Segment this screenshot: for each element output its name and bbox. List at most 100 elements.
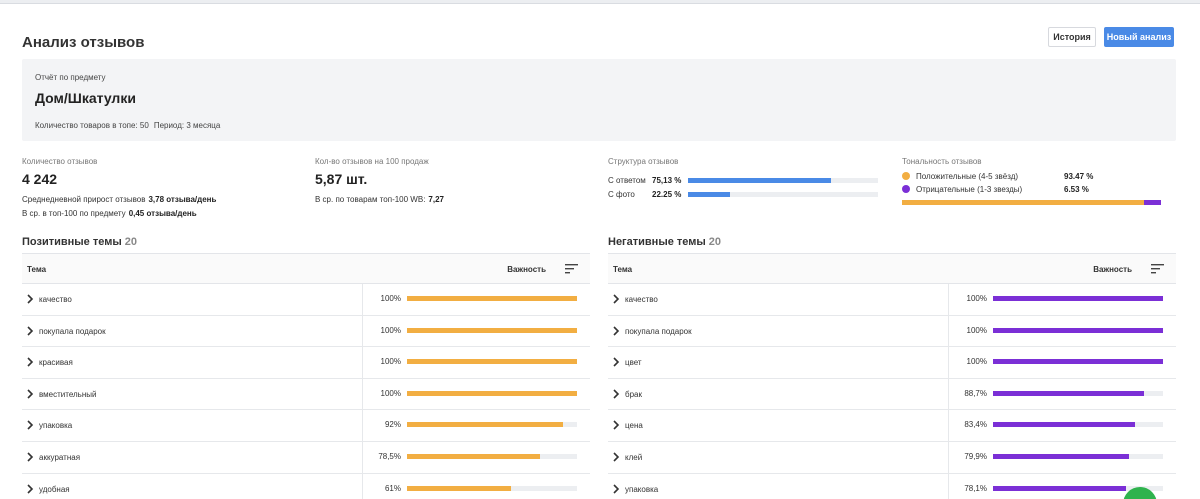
importance-fill bbox=[993, 422, 1135, 428]
positive-title-text: Позитивные темы bbox=[22, 236, 122, 248]
column-divider bbox=[948, 410, 949, 441]
chevron-right-icon[interactable] bbox=[26, 326, 34, 336]
per100-label: Кол-во отзывов на 100 продаж bbox=[315, 157, 429, 166]
column-divider bbox=[948, 441, 949, 473]
tonality-bar bbox=[902, 200, 1161, 205]
importance-fill bbox=[407, 327, 577, 333]
chevron-right-icon[interactable] bbox=[612, 420, 620, 430]
importance-fill bbox=[407, 359, 577, 365]
chevron-right-icon[interactable] bbox=[612, 326, 620, 336]
negative-topics-title: Негативные темы 20 bbox=[608, 236, 721, 248]
topic-row[interactable]: брак 88,7% bbox=[608, 378, 1176, 411]
topic-row[interactable]: красивая 100% bbox=[22, 347, 590, 379]
topic-row[interactable]: упаковка 92% bbox=[22, 410, 590, 442]
topic-row[interactable]: покупала подарок 100% bbox=[22, 315, 590, 348]
avg-growth-label: В ср. в топ-100 по предмету bbox=[22, 209, 126, 218]
chevron-right-icon[interactable] bbox=[612, 357, 620, 367]
negative-count: 20 bbox=[708, 236, 722, 248]
column-topic: Тема bbox=[613, 265, 633, 274]
topic-name: качество bbox=[625, 295, 658, 304]
table-header: Тема Важность bbox=[22, 253, 590, 284]
sort-icon[interactable] bbox=[565, 263, 578, 274]
tonality-row-label: Положительные (4-5 звёзд) bbox=[916, 171, 1019, 181]
per100-value: 5,87 шт. bbox=[315, 171, 368, 187]
topic-importance-value: 100% bbox=[380, 325, 401, 335]
sort-icon[interactable] bbox=[1151, 263, 1164, 274]
column-divider bbox=[362, 347, 363, 378]
topic-importance-value: 61% bbox=[384, 483, 401, 493]
importance-track bbox=[993, 422, 1163, 428]
negative-topics-table: Тема Важность качество 100% покупала подар… bbox=[608, 253, 1176, 499]
topic-name: упаковка bbox=[625, 484, 659, 494]
importance-fill bbox=[407, 485, 511, 491]
structure-label: Структура отзывов bbox=[608, 157, 679, 166]
topic-row[interactable]: цвет 100% bbox=[608, 347, 1176, 379]
topic-importance-value: 100% bbox=[966, 325, 987, 335]
positive-dot-icon bbox=[902, 172, 910, 180]
topic-name: цена bbox=[625, 421, 643, 431]
new-analysis-button[interactable]: Новый анализ bbox=[1104, 27, 1174, 47]
report-meta: Количество товаров в топе: 50 Период: 3 … bbox=[35, 121, 220, 130]
topic-row[interactable]: клей 79,9% bbox=[608, 441, 1176, 474]
topic-row[interactable]: покупала подарок 100% bbox=[608, 315, 1176, 348]
history-button[interactable]: История bbox=[1048, 27, 1096, 47]
chevron-right-icon[interactable] bbox=[612, 294, 620, 304]
report-period: Период: 3 месяца bbox=[153, 121, 221, 130]
tonality-bar-positive bbox=[902, 200, 1145, 205]
chevron-right-icon[interactable] bbox=[26, 452, 34, 462]
importance-track bbox=[993, 327, 1163, 333]
report-top-count: Количество товаров в топе: 50 bbox=[35, 121, 149, 130]
topic-row[interactable]: аккуратная 78,5% bbox=[22, 441, 590, 474]
topic-importance-value: 100% bbox=[380, 294, 401, 303]
chevron-right-icon[interactable] bbox=[26, 483, 34, 494]
topic-importance-value: 78,1% bbox=[964, 483, 987, 493]
topic-name: качество bbox=[39, 295, 72, 304]
topic-importance-value: 92% bbox=[384, 420, 401, 430]
page-title: Анализ отзывов bbox=[22, 34, 145, 51]
structure-row-answered: С ответом 75,13 % bbox=[608, 175, 883, 185]
chevron-right-icon[interactable] bbox=[26, 389, 34, 399]
column-divider bbox=[948, 473, 949, 499]
structure-row-value: 22.25 % bbox=[652, 189, 682, 199]
table-header: Тема Важность bbox=[608, 253, 1176, 284]
topic-row[interactable]: цена 83,4% bbox=[608, 410, 1176, 442]
negative-dot-icon bbox=[902, 185, 910, 193]
topic-row[interactable]: вместительный 100% bbox=[22, 378, 590, 411]
chevron-right-icon[interactable] bbox=[612, 452, 620, 462]
structure-row-label: С фото bbox=[608, 189, 635, 199]
topic-row[interactable]: удобная 61% bbox=[22, 473, 590, 499]
topic-name: аккуратная bbox=[39, 452, 81, 462]
top-border bbox=[0, 0, 1200, 4]
column-divider bbox=[362, 284, 363, 315]
chevron-right-icon[interactable] bbox=[26, 357, 34, 367]
column-importance[interactable]: Важность bbox=[1093, 265, 1132, 274]
importance-fill bbox=[407, 453, 541, 459]
topic-name: покупала подарок bbox=[39, 326, 106, 336]
topic-row[interactable]: упаковка 78,1% bbox=[608, 473, 1176, 499]
chevron-right-icon[interactable] bbox=[612, 483, 620, 494]
structure-progress-fill bbox=[688, 191, 731, 197]
chevron-right-icon[interactable] bbox=[26, 294, 34, 304]
reviews-count-value: 4 242 bbox=[22, 171, 58, 187]
importance-track bbox=[993, 453, 1163, 459]
per100-avg: В ср. по товарам топ-100 WB: 7,27 bbox=[315, 195, 444, 204]
topic-importance-value: 100% bbox=[966, 294, 987, 303]
structure-progress-track bbox=[688, 177, 878, 183]
topic-name: красивая bbox=[39, 358, 73, 368]
daily-growth-label: Среднедневной прирост отзывов bbox=[22, 195, 146, 204]
chevron-right-icon[interactable] bbox=[26, 420, 34, 430]
tonality-row-positive: Положительные (4-5 звёзд) 93.47 % bbox=[902, 171, 1102, 181]
column-importance[interactable]: Важность bbox=[507, 265, 546, 274]
topic-importance-value: 78,5% bbox=[378, 451, 401, 461]
negative-title-text: Негативные темы bbox=[608, 236, 706, 248]
report-subject: Дом/Шкатулки bbox=[35, 90, 136, 106]
topic-row[interactable]: качество 100% bbox=[22, 284, 590, 316]
importance-track bbox=[407, 485, 577, 491]
chevron-right-icon[interactable] bbox=[612, 389, 620, 399]
per100-avg-label: В ср. по товарам топ-100 WB: bbox=[315, 195, 426, 204]
report-label: Отчёт по предмету bbox=[35, 73, 106, 82]
table-body: качество 100% покупала подарок 100% красивая… bbox=[22, 284, 590, 499]
tonality-row-label: Отрицательные (1-3 звезды) bbox=[916, 184, 1023, 194]
structure-row-value: 75,13 % bbox=[652, 175, 682, 185]
topic-row[interactable]: качество 100% bbox=[608, 284, 1176, 316]
